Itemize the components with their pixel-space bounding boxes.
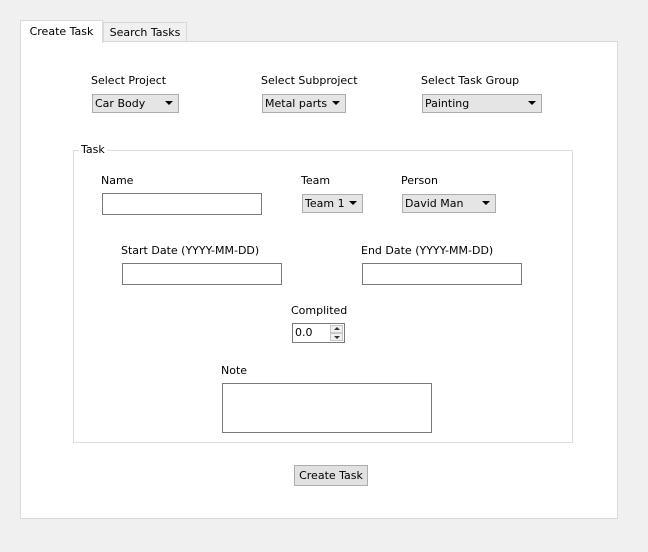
task-groupbox-title: Task <box>79 143 107 156</box>
spin-down-icon <box>334 336 340 339</box>
note-label: Note <box>221 364 248 377</box>
project-select-value: Car Body <box>95 97 146 110</box>
note-textarea[interactable] <box>222 383 432 433</box>
chevron-down-icon <box>349 201 357 205</box>
name-input[interactable] <box>102 193 262 215</box>
project-select[interactable]: Car Body <box>92 94 179 113</box>
person-select-value: David Man <box>405 197 464 210</box>
chevron-down-icon <box>332 101 340 105</box>
create-task-button[interactable]: Create Task <box>294 465 368 486</box>
end-date-input[interactable] <box>362 263 522 285</box>
person-select[interactable]: David Man <box>402 194 496 213</box>
team-label: Team <box>301 174 331 187</box>
subproject-select[interactable]: Metal parts <box>262 94 346 113</box>
person-label: Person <box>401 174 438 187</box>
select-subproject-label: Select Subproject <box>261 74 358 87</box>
chevron-down-icon <box>528 101 536 105</box>
spin-down-button[interactable] <box>330 333 343 341</box>
task-group-select[interactable]: Painting <box>422 94 542 113</box>
subproject-select-value: Metal parts <box>265 97 328 110</box>
tab-search-tasks[interactable]: Search Tasks <box>103 22 187 42</box>
spin-up-icon <box>334 327 340 330</box>
name-label: Name <box>101 174 134 187</box>
completed-value: 0.0 <box>295 326 313 339</box>
tab-create-task[interactable]: Create Task <box>20 20 103 43</box>
chevron-down-icon <box>165 101 173 105</box>
create-task-panel: Select Project Car Body Select Subprojec… <box>20 41 618 519</box>
chevron-down-icon <box>482 201 490 205</box>
start-date-input[interactable] <box>122 263 282 285</box>
team-select[interactable]: Team 1 <box>302 194 363 213</box>
select-task-group-label: Select Task Group <box>421 74 520 87</box>
completed-spinner[interactable]: 0.0 <box>292 323 345 343</box>
spin-up-button[interactable] <box>330 325 343 333</box>
spinner-buttons <box>330 325 343 341</box>
end-date-label: End Date (YYYY-MM-DD) <box>361 244 494 257</box>
task-group-select-value: Painting <box>425 97 470 110</box>
start-date-label: Start Date (YYYY-MM-DD) <box>121 244 260 257</box>
completed-label: Complited <box>291 304 348 317</box>
select-project-label: Select Project <box>91 74 167 87</box>
team-select-value: Team 1 <box>305 197 345 210</box>
